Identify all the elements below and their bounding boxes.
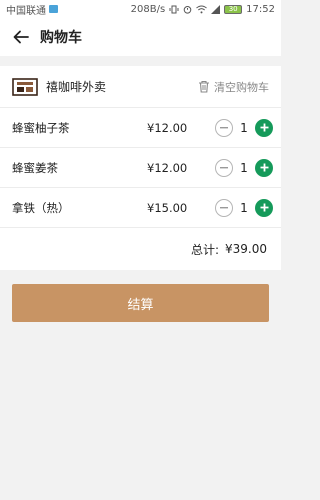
cart-item: 拿铁（热） ¥15.00 1 [0, 188, 281, 228]
back-arrow-icon [13, 30, 29, 44]
status-bar: 中国联通 208B/s 30 17:52 [0, 0, 281, 18]
total-value: ¥39.00 [225, 242, 267, 256]
plus-icon [260, 123, 268, 132]
minus-icon [220, 206, 228, 208]
increase-button[interactable] [255, 158, 273, 177]
back-button[interactable] [10, 26, 32, 48]
notification-icon [49, 5, 58, 13]
quantity-stepper: 1 [215, 118, 273, 137]
shop-info: 禧咖啡外卖 [12, 77, 106, 97]
shop-name: 禧咖啡外卖 [46, 80, 107, 94]
item-price: ¥12.00 [147, 160, 188, 175]
increase-button[interactable] [255, 198, 273, 217]
plus-icon [260, 163, 268, 172]
network-speed: 208B/s [130, 3, 166, 15]
wifi-icon [196, 5, 207, 13]
quantity-stepper: 1 [215, 198, 273, 217]
status-left: 中国联通 [6, 2, 58, 17]
decrease-button[interactable] [215, 198, 233, 217]
trash-icon [199, 80, 209, 93]
item-price: ¥15.00 [147, 200, 188, 215]
item-name: 蜂蜜姜茶 [12, 160, 58, 175]
item-quantity: 1 [240, 200, 248, 215]
quantity-stepper: 1 [215, 158, 273, 177]
cart-item: 蜂蜜柚子茶 ¥12.00 1 [0, 108, 281, 148]
total-row: 总计: ¥39.00 [0, 228, 281, 270]
minus-icon [220, 126, 228, 128]
status-right: 208B/s 30 17:52 [131, 4, 275, 15]
item-quantity: 1 [240, 160, 248, 175]
header-bar: 购物车 [0, 18, 281, 56]
checkout-button[interactable]: 结算 [12, 284, 269, 322]
battery-icon: 30 [224, 4, 243, 14]
item-quantity: 1 [240, 120, 248, 135]
page-title: 购物车 [40, 30, 82, 46]
decrease-button[interactable] [215, 118, 233, 137]
cart-item: 蜂蜜姜茶 ¥12.00 1 [0, 148, 281, 188]
item-price: ¥12.00 [147, 120, 188, 135]
item-name: 拿铁（热） [12, 200, 70, 215]
increase-button[interactable] [255, 118, 273, 137]
item-name: 蜂蜜柚子茶 [12, 120, 70, 135]
clock: 17:52 [246, 3, 275, 15]
cart-card: 禧咖啡外卖 清空购物车 蜂蜜柚子茶 ¥12.00 1 蜂蜜姜茶 ¥12.00 1… [0, 66, 281, 270]
clear-cart-button[interactable]: 清空购物车 [198, 79, 269, 95]
shop-logo-icon [12, 77, 38, 96]
checkout-label: 结算 [127, 297, 154, 313]
vibrate-icon [169, 5, 179, 13]
minus-icon [220, 166, 228, 168]
signal-icon [211, 4, 221, 14]
clear-cart-label: 清空购物车 [214, 80, 269, 94]
shop-row: 禧咖啡外卖 清空购物车 [0, 66, 281, 108]
total-label: 总计: [190, 242, 219, 257]
plus-icon [260, 203, 268, 212]
alarm-icon [183, 5, 192, 14]
decrease-button[interactable] [215, 158, 233, 177]
carrier-label: 中国联通 [6, 5, 46, 17]
